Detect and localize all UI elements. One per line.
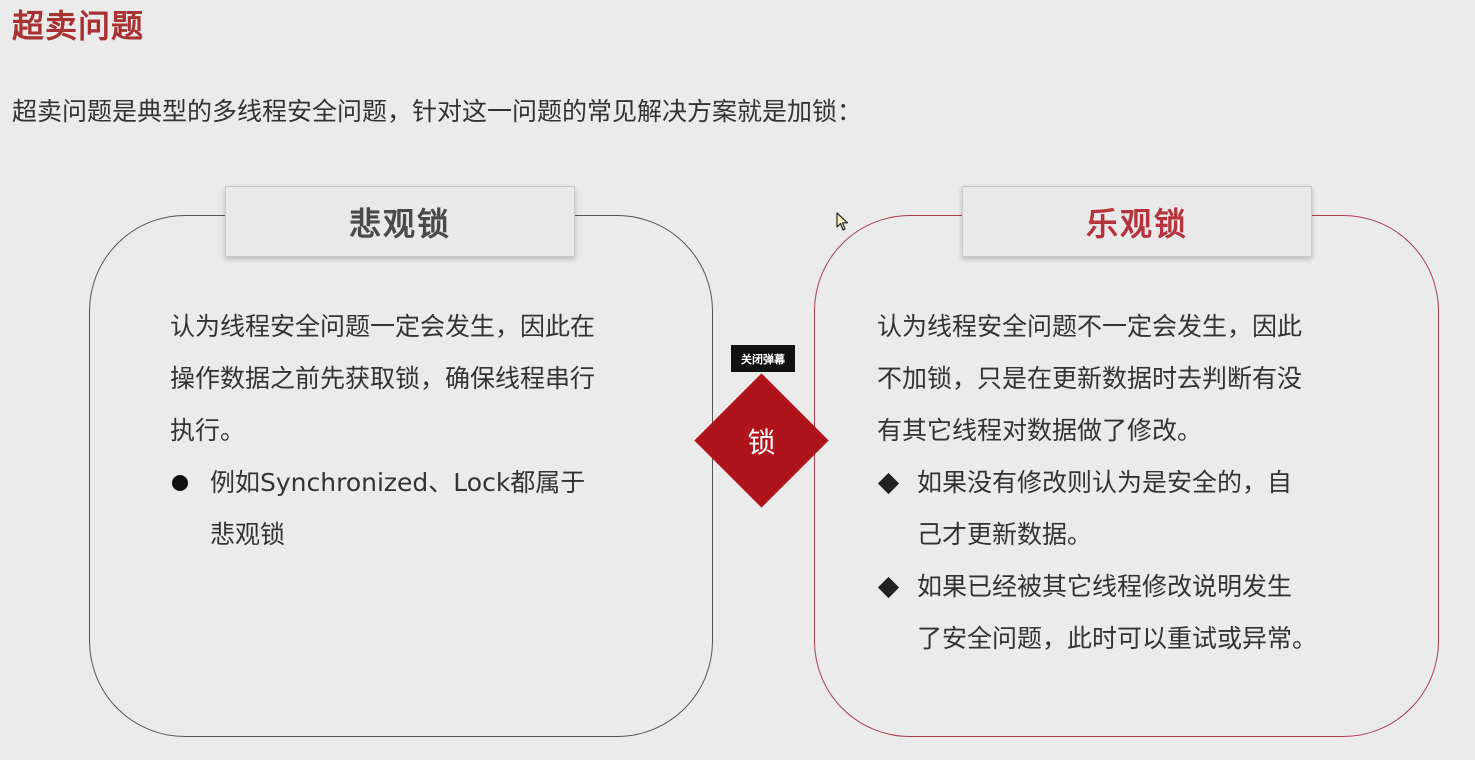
optimistic-description: 认为线程安全问题不一定会发生，因此 不加锁，只是在更新数据时去判断有没 有其它线… xyxy=(877,301,1377,457)
optimistic-line: 认为线程安全问题不一定会发生，因此 xyxy=(877,312,1303,341)
bullet-dot-icon xyxy=(170,457,200,509)
bullet-diamond-icon xyxy=(877,561,907,613)
optimistic-bullet: 如果没有修改则认为是安全的，自 己才更新数据。 xyxy=(877,457,1397,561)
bullet-diamond-icon xyxy=(877,457,907,509)
bullet-line: 例如Synchronized、Lock都属于 xyxy=(210,468,586,497)
bullet-line: 如果已经被其它线程修改说明发生 xyxy=(917,572,1293,601)
mouse-pointer-icon xyxy=(836,212,849,231)
pessimistic-line: 执行。 xyxy=(170,416,246,445)
lock-label: 锁 xyxy=(747,425,776,459)
pessimistic-label: 悲观锁 xyxy=(348,204,451,243)
close-danmaku-button[interactable]: 关闭弹幕 xyxy=(731,345,795,372)
intro-text: 超卖问题是典型的多线程安全问题，针对这一问题的常见解决方案就是加锁： xyxy=(12,97,863,126)
bullet-line: 如果没有修改则认为是安全的，自 xyxy=(917,468,1293,497)
pessimistic-line: 操作数据之前先获取锁，确保线程串行 xyxy=(170,364,596,393)
optimistic-label: 乐观锁 xyxy=(1085,204,1188,243)
bullet-line: 了安全问题，此时可以重试或异常。 xyxy=(917,624,1318,653)
pessimistic-description: 认为线程安全问题一定会发生，因此在 操作数据之前先获取锁，确保线程串行 执行。 xyxy=(170,301,670,457)
pessimistic-bullet: 例如Synchronized、Lock都属于 悲观锁 xyxy=(170,457,690,561)
page-title: 超卖问题 xyxy=(12,7,145,45)
bullet-line: 己才更新数据。 xyxy=(917,520,1093,549)
optimistic-bullet: 如果已经被其它线程修改说明发生 了安全问题，此时可以重试或异常。 xyxy=(877,561,1417,665)
optimistic-line: 不加锁，只是在更新数据时去判断有没 xyxy=(877,364,1303,393)
pessimistic-label-box: 悲观锁 xyxy=(225,186,575,257)
optimistic-line: 有其它线程对数据做了修改。 xyxy=(877,416,1203,445)
bullet-line: 悲观锁 xyxy=(210,520,286,549)
pessimistic-line: 认为线程安全问题一定会发生，因此在 xyxy=(170,312,596,341)
optimistic-label-box: 乐观锁 xyxy=(962,186,1312,257)
